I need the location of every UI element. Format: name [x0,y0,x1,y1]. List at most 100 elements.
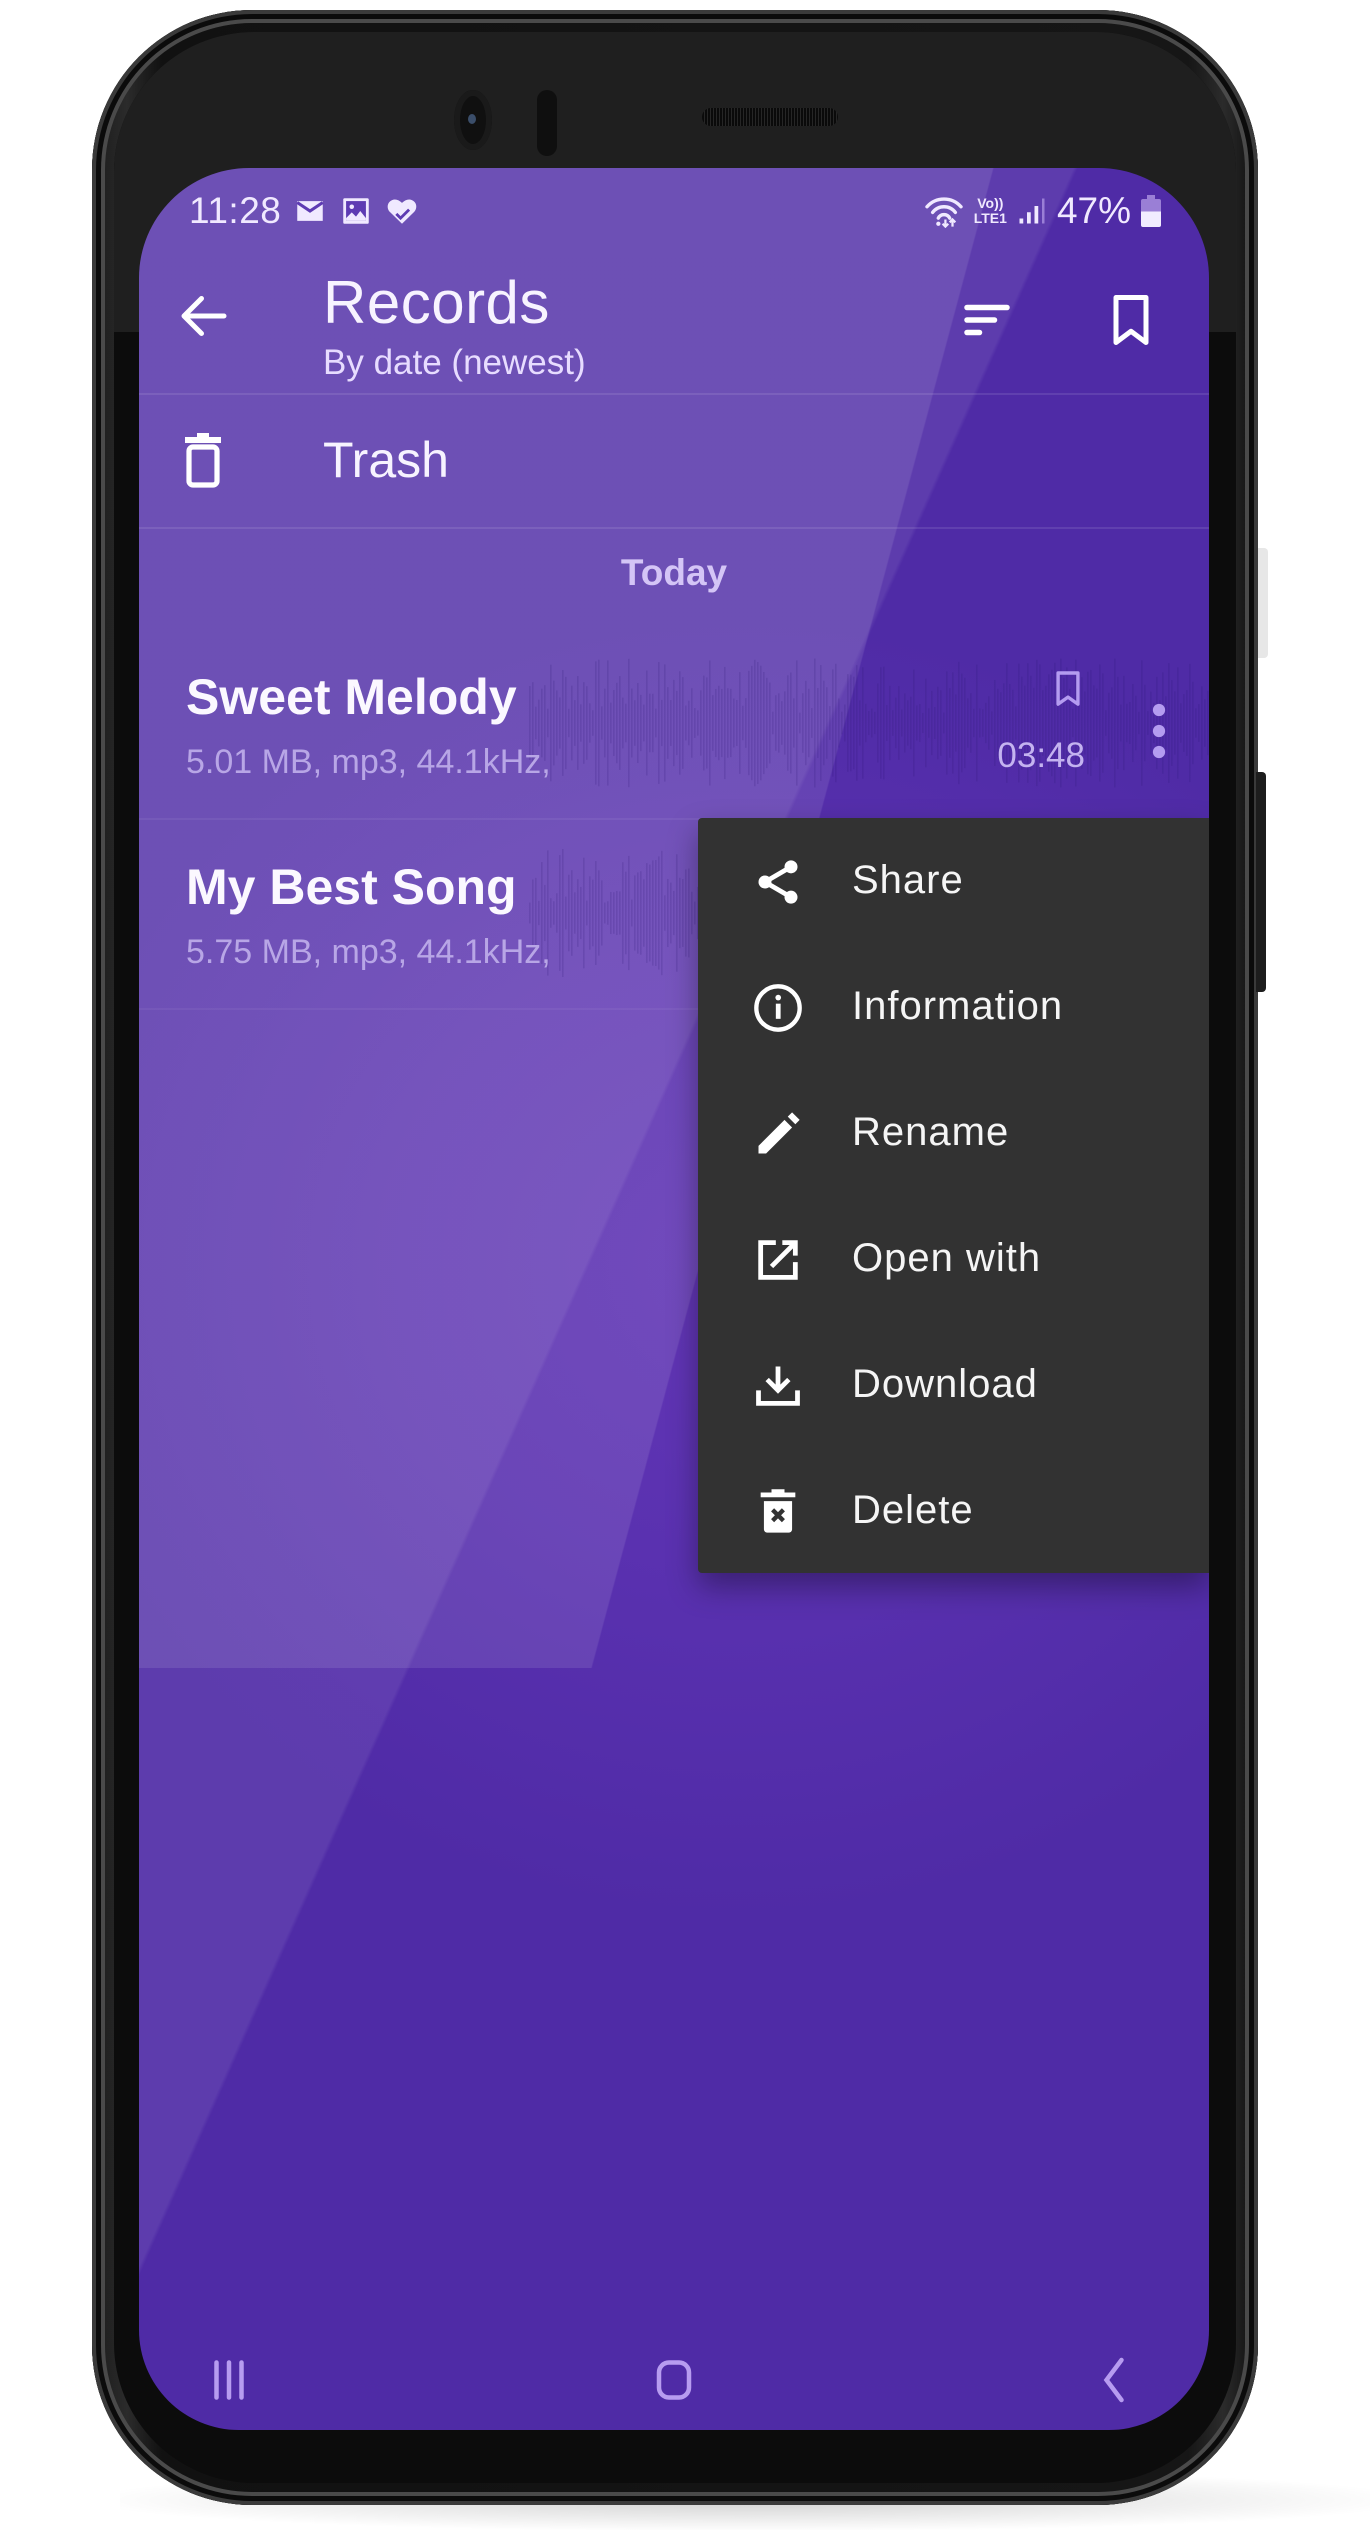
waveform-bar [622,862,624,964]
waveform-bar [607,660,609,786]
waveform-bar [700,690,702,756]
waveform-bar [1195,708,1197,738]
waveform-bar [844,704,846,742]
nav-back-button[interactable] [1084,2350,1144,2410]
waveform-bar [820,665,822,781]
waveform-bar [955,694,957,752]
waveform-bar [553,901,555,925]
waveform-bar [994,679,996,767]
waveform-bar [637,682,639,764]
waveform-bar [580,704,582,742]
waveform-bar [598,870,600,956]
waveform-bar [655,708,657,738]
waveform-bar [862,667,864,779]
waveform-bar [601,706,603,740]
recents-icon [214,2360,244,2400]
menu-item-download[interactable]: Download [698,1322,1209,1448]
trash-icon [185,433,221,488]
waveform-bar [730,688,732,758]
waveform-bar [583,857,585,969]
menu-item-open-with[interactable]: Open with [698,1196,1209,1322]
waveform-bar [673,679,675,767]
waveform-bar [952,672,954,774]
waveform-bar [688,700,690,746]
waveform-bar [688,868,690,958]
waveform-bar [1129,701,1131,745]
waveform-bar [562,670,564,776]
open-external-icon [758,1240,798,1280]
waveform-bar [880,667,882,779]
waveform-bar [1132,683,1134,763]
waveform-bar [724,666,726,780]
back-button[interactable] [174,286,234,346]
waveform-bar [898,686,900,760]
pencil-icon [758,1112,800,1154]
waveform-bar [856,665,858,781]
waveform-bar [931,690,933,756]
waveform-bar [679,671,681,775]
waveform-bar [1117,676,1119,770]
sort-button[interactable] [957,290,1017,350]
waveform-bar [826,687,828,759]
waveform-bar [757,662,759,784]
home-button[interactable] [644,2350,704,2410]
waveform-bar [850,674,852,772]
sort-icon [964,304,1010,336]
record-item[interactable]: Sweet Melody 5.01 MB, mp3, 44.1kHz, 03:4… [139,628,1209,818]
arrow-left-icon [181,296,227,336]
waveform-bar [1102,673,1104,773]
menu-label: Download [852,1362,1038,1406]
trash-row[interactable]: Trash [139,395,1209,527]
status-time: 11:28 [189,190,282,231]
menu-item-rename[interactable]: Rename [698,1070,1209,1196]
waveform-bar [838,698,840,748]
menu-item-delete[interactable]: Delete [698,1448,1209,1574]
trash-divider [139,527,1209,529]
waveform-bar [928,708,930,738]
waveform-bar [640,871,642,955]
waveform-bar [658,662,660,784]
waveform-bar [721,688,723,758]
waveform-bar [610,891,612,935]
bookmarks-button[interactable] [1101,290,1161,350]
waveform-bar [652,860,654,966]
waveform-bar [961,673,963,773]
waveform-bar [694,901,696,925]
waveform-bar [847,674,849,772]
menu-item-share[interactable]: Share [698,818,1209,944]
waveform-bar [988,696,990,750]
recents-button[interactable] [199,2350,259,2410]
waveform-bar [772,711,774,735]
waveform-bar [727,688,729,758]
menu-item-information[interactable]: Information [698,944,1209,1070]
waveform-bar [1135,695,1137,751]
waveform-bar [1183,694,1185,752]
delete-icon [760,1489,796,1533]
record-duration: 03:48 [997,736,1085,775]
waveform-bar [610,702,612,744]
more-options-icon[interactable] [1139,696,1179,766]
waveform-bar [883,666,885,780]
waveform-bar [586,900,588,926]
waveform-bar [967,698,969,748]
waveform-bar [907,700,909,746]
waveform-preview [529,658,1209,788]
waveform-bar [670,882,672,944]
waveform-bar [901,709,903,737]
waveform-bar [625,703,627,743]
waveform-bar [835,663,837,783]
record-bookmark-icon[interactable] [1051,668,1085,712]
waveform-bar [601,880,603,946]
proximity-sensor [537,90,557,156]
waveform-bar [754,659,756,787]
waveform-bar [556,893,558,933]
waveform-bar [1090,669,1092,777]
waveform-bar [631,688,633,758]
waveform-bar [775,695,777,751]
volume-button [1258,548,1268,658]
waveform-bar [691,688,693,758]
waveform-bar [607,901,609,925]
waveform-bar [712,695,714,751]
waveform-bar [1072,708,1074,738]
waveform-bar [919,703,921,743]
